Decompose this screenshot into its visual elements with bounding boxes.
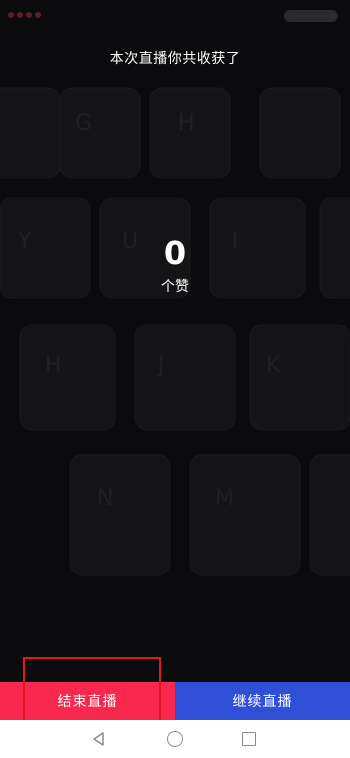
backdrop-key-label: N bbox=[97, 486, 113, 511]
notification-dot-icon bbox=[35, 12, 41, 18]
keyboard-backdrop: G H Y U I H J K N M bbox=[0, 87, 350, 576]
notification-dot-icon bbox=[8, 12, 14, 18]
live-summary-screen: G H Y U I H J K N M 本次直播你共收获了 0 个赞 结束直播 … bbox=[0, 0, 350, 758]
summary-title: 本次直播你共收获了 bbox=[109, 51, 241, 67]
like-count: 0 bbox=[163, 234, 187, 272]
backdrop-key-label: H bbox=[45, 353, 62, 378]
status-indicators bbox=[284, 10, 338, 22]
system-nav-bar bbox=[0, 720, 350, 758]
status-bar bbox=[0, 0, 350, 28]
backdrop-key-label: M bbox=[215, 486, 234, 511]
recent-apps-icon[interactable] bbox=[242, 732, 256, 746]
backdrop-key-label: J bbox=[156, 353, 165, 378]
backdrop-key-label: H bbox=[178, 111, 195, 136]
backdrop-key-label: G bbox=[75, 111, 92, 136]
notification-dots bbox=[8, 12, 41, 18]
continue-live-button[interactable]: 继续直播 bbox=[175, 682, 350, 720]
notification-dot-icon bbox=[26, 12, 32, 18]
back-icon[interactable] bbox=[92, 732, 106, 746]
backdrop-key-label: K bbox=[266, 353, 281, 378]
action-buttons: 结束直播 继续直播 bbox=[0, 682, 350, 720]
battery-icon bbox=[284, 10, 338, 22]
notification-dot-icon bbox=[17, 12, 23, 18]
home-icon[interactable] bbox=[167, 731, 183, 747]
like-unit-label: 个赞 bbox=[161, 279, 189, 295]
end-live-button[interactable]: 结束直播 bbox=[0, 682, 175, 720]
